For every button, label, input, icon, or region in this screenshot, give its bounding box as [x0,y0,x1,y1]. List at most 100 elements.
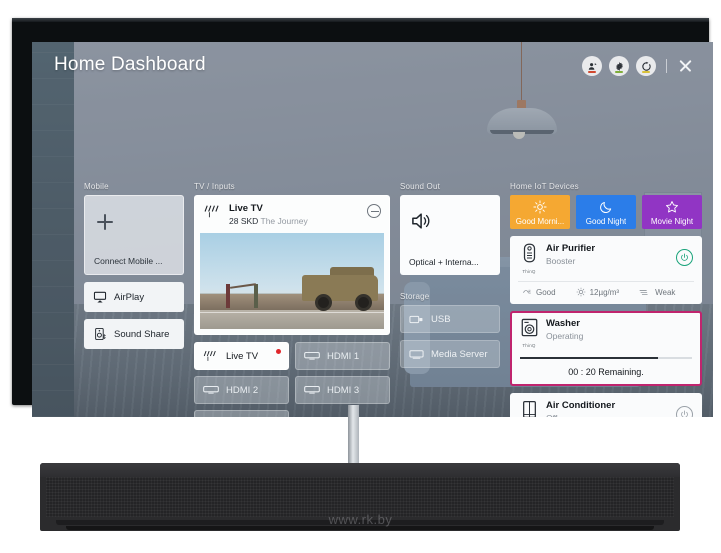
thumb-person-right [254,283,258,308]
mobile-section-label: Mobile [84,182,109,191]
tv-stand-neck [348,405,359,465]
media-server-icon [409,349,424,359]
metric-particles: 12µg/m³ [576,287,620,297]
home-iot-section-label: Home IoT Devices [510,182,579,191]
device-state: Operating [546,331,584,341]
sound-out-card[interactable]: Optical + Interna... [400,195,500,275]
antenna-icon [203,350,216,361]
user-account-button[interactable] [582,56,602,76]
air-conditioner-brand-block: ThinQ [518,400,540,417]
air-purifier-header: ThinQ Air Purifier Booster [518,243,694,274]
tv-product-photo: Home Dashboard Mobile Connect Mobile ...… [0,0,721,553]
metric-label: 12µg/m³ [589,287,620,297]
dashboard-header: Home Dashboard [32,42,713,94]
refresh-button[interactable] [636,56,656,76]
mood-movie-night[interactable]: Movie Night [642,195,702,229]
live-tv-card-header: Live TV 28 SKD The Journey [195,196,389,233]
live-tv-program: The Journey [260,216,308,226]
header-actions [582,56,693,76]
moon-icon [600,201,612,213]
input-tile-live-tv[interactable]: Live TV [194,342,289,370]
usb-icon [409,315,423,323]
settings-button[interactable] [609,56,629,76]
washer-progress-track [520,357,692,359]
mobile-section: Mobile Connect Mobile ... AirPlay Sound … [84,182,184,349]
air-purifier-divider [518,281,694,282]
home-iot-section: Home IoT Devices Good Morni... Good Nigh… [510,182,702,417]
device-name: Washer [546,318,580,329]
iot-card-air-purifier[interactable]: ThinQ Air Purifier Booster Good 12µg/m³ … [510,236,702,304]
device-name: Air Conditioner [546,399,616,411]
storage-item-usb[interactable]: USB [400,305,500,333]
storage-section-label: Storage [400,292,430,301]
air-purifier-texts: Air Purifier Booster [546,243,595,267]
storage-item-media-server[interactable]: Media Server [400,340,500,368]
input-tile-label: HDMI 1 [327,350,360,362]
iot-card-washer[interactable]: ThinQ Washer Operating 00 : 20 Remaining… [510,311,702,386]
star-icon [665,201,679,213]
sun-icon [533,200,547,214]
input-tile-hdmi-1[interactable]: HDMI 1 [295,342,390,370]
air-conditioner-icon [522,400,536,417]
tv-bezel [12,18,709,22]
storage-item-label: Media Server [431,348,488,360]
live-tv-title: Live TV [229,203,263,214]
thumb-vehicle-wheel-rear [315,293,332,311]
thumb-road [200,309,384,329]
input-tile-label: HDMI 3 [327,384,360,396]
watermark: www.rk.by [328,512,393,527]
sound-share-button[interactable]: Sound Share [84,319,184,349]
speaker-icon [412,213,430,229]
sound-out-label: Optical + Interna... [409,257,479,267]
input-tile-hdmi-3[interactable]: HDMI 3 [295,376,390,404]
settings-accent [615,71,623,73]
live-tv-preview-card[interactable]: Live TV 28 SKD The Journey [194,195,390,335]
brand-label: ThinQ [522,343,536,348]
thumb-vehicle-wheel-front [355,293,372,311]
storage-item-label: USB [431,313,451,325]
live-tv-card-texts: Live TV 28 SKD The Journey [229,203,308,227]
power-icon [681,253,688,261]
airplay-button[interactable]: AirPlay [84,282,184,312]
mood-good-morning[interactable]: Good Morni... [510,195,570,229]
close-icon[interactable] [677,58,693,74]
hdmi-icon [304,351,320,360]
input-tile-hdmi-2[interactable]: HDMI 2 [194,376,289,404]
mood-label: Good Morni... [515,217,565,226]
sound-share-label: Sound Share [114,328,170,340]
washer-header: ThinQ Washer Operating [518,318,694,348]
minus-circle-icon[interactable] [367,204,381,218]
hdmi-icon [304,385,320,394]
washer-texts: Washer Operating [546,318,583,342]
tv-screen: Home Dashboard Mobile Connect Mobile ...… [32,42,713,417]
plus-icon [97,214,113,230]
brand-label: ThinQ [522,269,536,274]
metric-label: Good [536,287,556,297]
header-divider [666,59,667,73]
air-conditioner-texts: Air Conditioner Off [546,400,615,418]
user-icon [588,62,597,70]
air-purifier-metrics: Good 12µg/m³ Weak [518,287,694,297]
input-tile-hdmi-4[interactable]: HDMI 4 [194,410,289,417]
device-state: Booster [546,256,576,266]
device-state: Off [546,412,615,418]
tv-inputs-section: TV / Inputs Live TV 28 SKD The Journey L… [194,182,390,417]
iot-card-air-conditioner[interactable]: ThinQ Air Conditioner Off [510,392,702,418]
connect-mobile-label: Connect Mobile ... [94,256,163,266]
live-tv-thumbnail [200,233,384,329]
gear-icon [615,61,623,71]
tv-frame: Home Dashboard Mobile Connect Mobile ...… [12,18,713,417]
washer-remaining-label: 00 : 20 Remaining. [568,366,644,377]
connect-mobile-card[interactable]: Connect Mobile ... [84,195,184,275]
air-conditioner-header: ThinQ Air Conditioner Off [518,400,694,418]
live-tv-channel: 28 SKD [229,216,259,226]
mood-button-row: Good Morni... Good Night Movie Night [510,195,702,229]
input-tile-label: HDMI 2 [226,384,259,396]
sound-share-icon [95,327,106,341]
power-button[interactable] [676,405,693,417]
input-tile-grid: Live TV HDMI 1 HDMI 2 HDMI 3 [194,342,390,417]
home-dashboard: Home Dashboard Mobile Connect Mobile ...… [32,42,713,417]
mood-good-night[interactable]: Good Night [576,195,636,229]
power-icon [681,410,688,417]
power-button[interactable] [676,249,693,266]
